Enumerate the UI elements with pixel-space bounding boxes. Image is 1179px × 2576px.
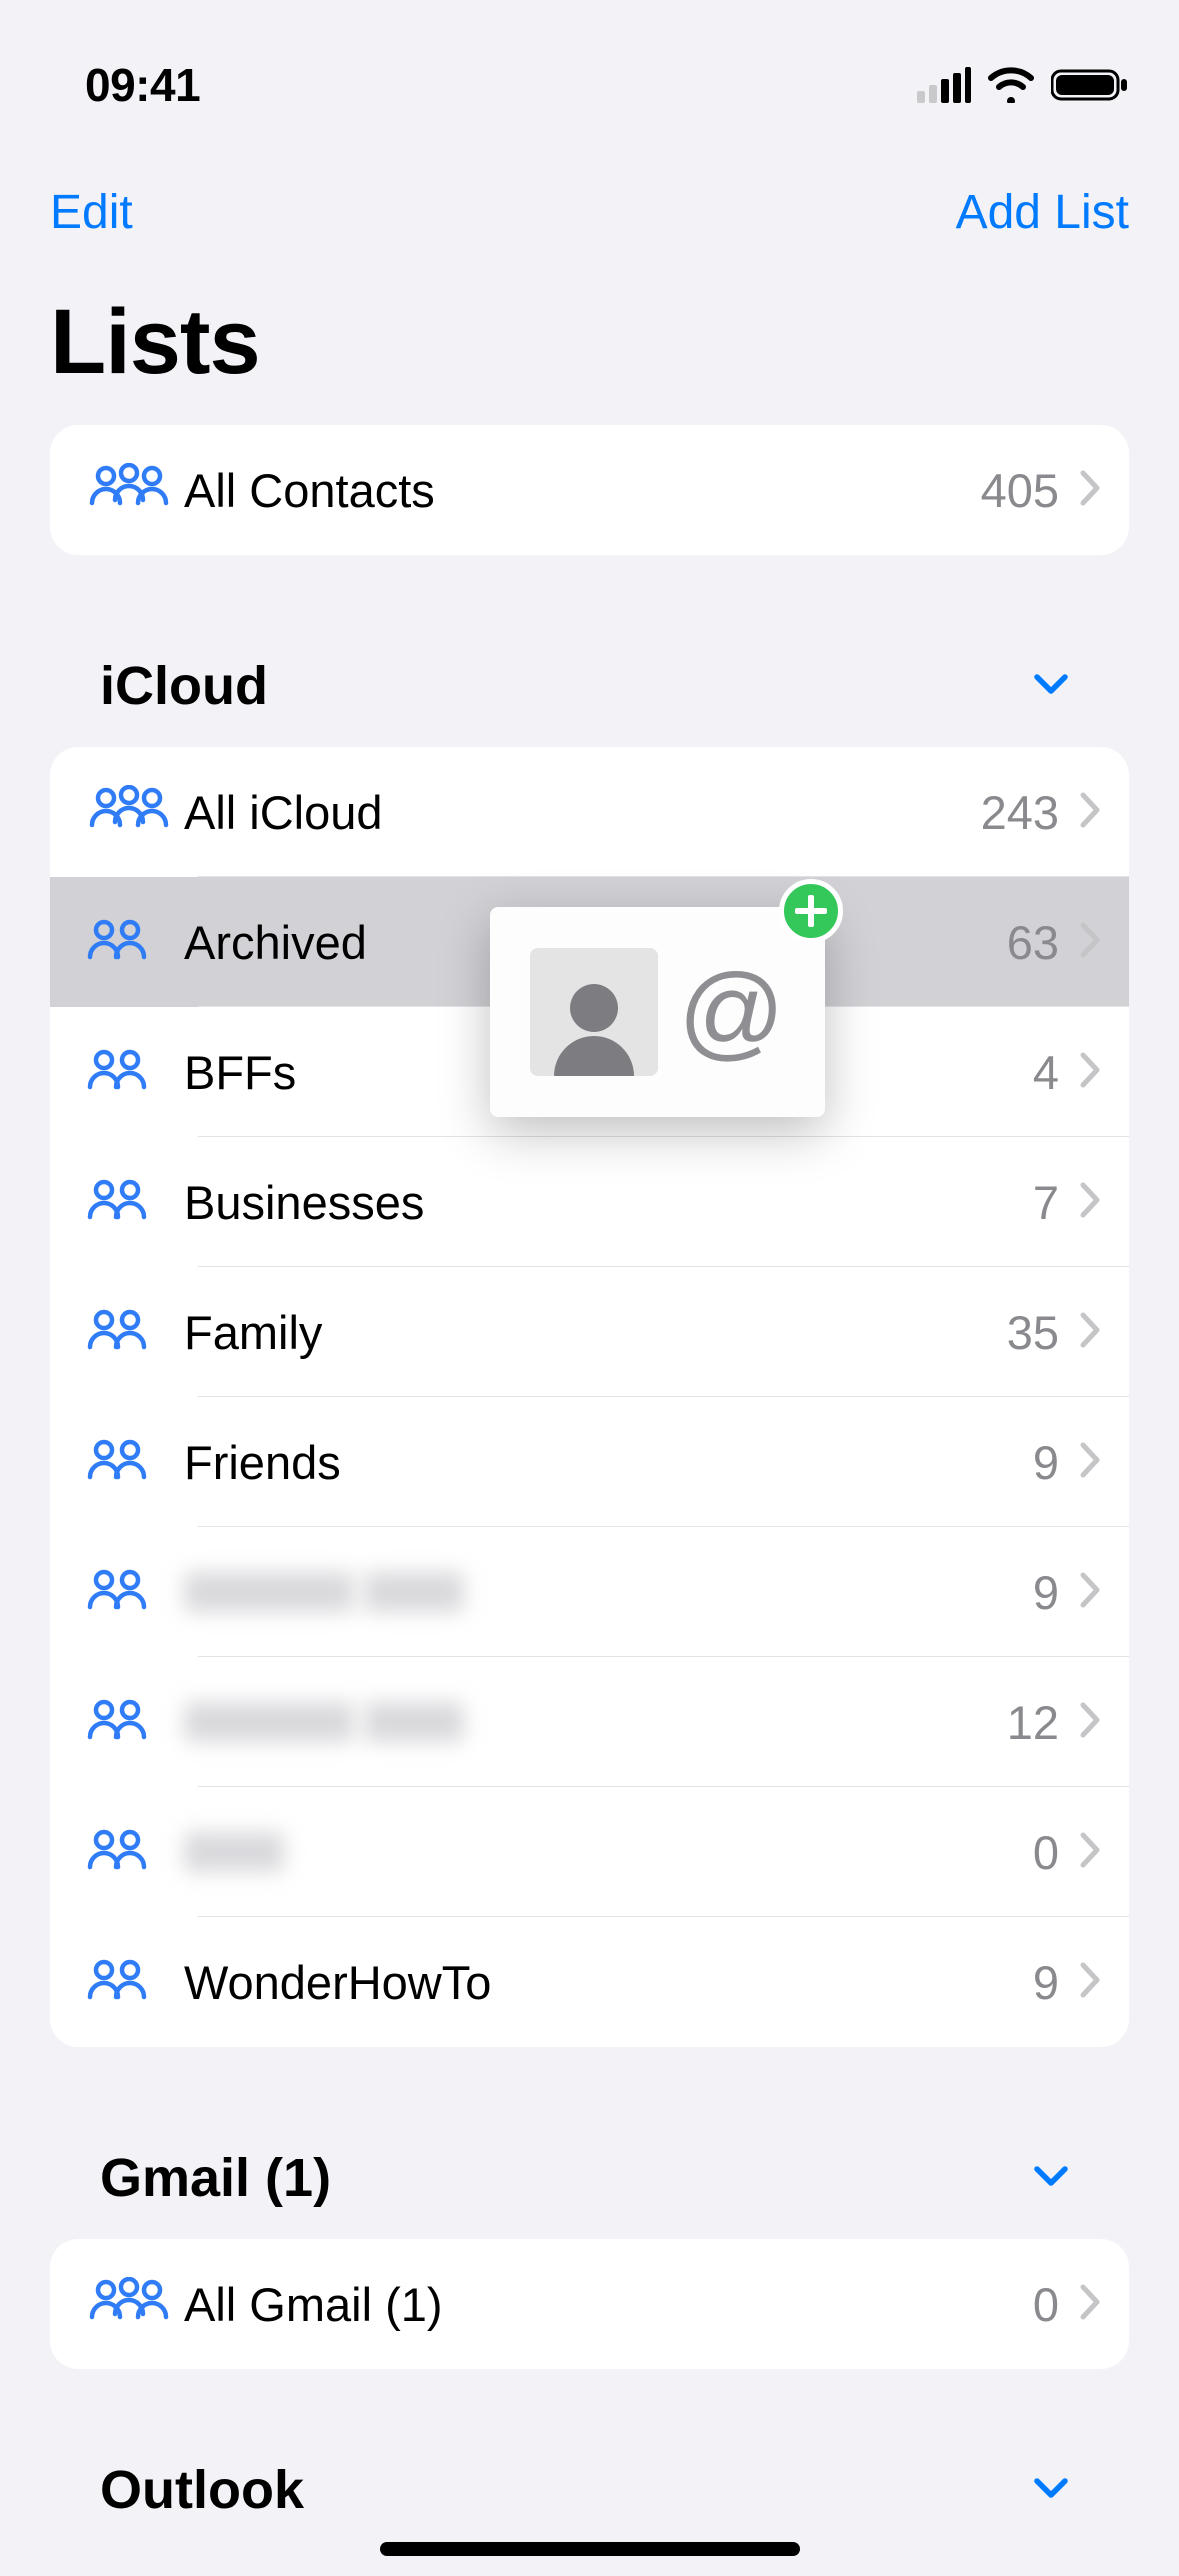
- list-row[interactable]: WonderHowTo9: [50, 1917, 1129, 2047]
- chevron-right-icon: [1079, 1701, 1101, 1744]
- edit-button[interactable]: Edit: [50, 185, 133, 240]
- chevron-right-icon: [1079, 1571, 1101, 1614]
- contacts-group-icon: [84, 2277, 184, 2331]
- section-header-gmail[interactable]: Gmail (1): [50, 2087, 1129, 2227]
- chevron-right-icon: [1079, 921, 1101, 964]
- chevron-right-icon: [1079, 1051, 1101, 1094]
- home-indicator[interactable]: [380, 2542, 800, 2556]
- row-label: All iCloud: [184, 785, 981, 840]
- row-count: 9: [1033, 1435, 1059, 1490]
- row-label: Businesses: [184, 1175, 1033, 1230]
- row-label: All Contacts: [184, 463, 981, 518]
- row-label: All Gmail (1): [184, 2277, 1033, 2332]
- row-count: 0: [1033, 1825, 1059, 1880]
- row-count: 405: [981, 463, 1059, 518]
- chevron-right-icon: [1079, 1441, 1101, 1484]
- chevron-right-icon: [1079, 1961, 1101, 2004]
- row-label: [184, 1702, 1007, 1742]
- contacts-pair-icon: [84, 1567, 184, 1617]
- contacts-pair-icon: [84, 1177, 184, 1227]
- row-count: 63: [1007, 915, 1059, 970]
- battery-icon: [1051, 67, 1129, 103]
- contacts-pair-icon: [84, 1827, 184, 1877]
- contacts-group-icon: [84, 463, 184, 517]
- row-count: 35: [1007, 1305, 1059, 1360]
- section-title: Gmail (1): [100, 2147, 331, 2209]
- section-title: Outlook: [100, 2459, 304, 2521]
- avatar-icon: [530, 948, 658, 1076]
- row-label: [184, 1832, 1033, 1872]
- row-count: 12: [1007, 1695, 1059, 1750]
- row-count: 7: [1033, 1175, 1059, 1230]
- contacts-group-icon: [84, 785, 184, 839]
- section-header-outlook[interactable]: Outlook: [50, 2399, 1129, 2521]
- row-label: Family: [184, 1305, 1007, 1360]
- chevron-down-icon: [1033, 673, 1069, 700]
- row-label: [184, 1572, 1033, 1612]
- chevron-right-icon: [1079, 469, 1101, 512]
- list-row[interactable]: 9: [50, 1527, 1129, 1657]
- chevron-right-icon: [1079, 2283, 1101, 2326]
- contacts-pair-icon: [84, 1307, 184, 1357]
- chevron-right-icon: [1079, 1181, 1101, 1224]
- section-header-icloud[interactable]: iCloud: [50, 595, 1129, 735]
- row-count: 9: [1033, 1565, 1059, 1620]
- row-label: Friends: [184, 1435, 1033, 1490]
- all-contacts-section: All Contacts 405: [50, 425, 1129, 555]
- list-row[interactable]: Friends9: [50, 1397, 1129, 1527]
- chevron-right-icon: [1079, 1311, 1101, 1354]
- list-row[interactable]: All Gmail (1)0: [50, 2239, 1129, 2369]
- row-count: 4: [1033, 1045, 1059, 1100]
- section-title: iCloud: [100, 655, 268, 717]
- page-title: Lists: [0, 250, 1179, 425]
- contacts-pair-icon: [84, 1047, 184, 1097]
- contacts-pair-icon: [84, 1437, 184, 1487]
- chevron-right-icon: [1079, 791, 1101, 834]
- nav-bar: Edit Add List: [0, 150, 1179, 250]
- add-list-button[interactable]: Add List: [956, 185, 1129, 240]
- drag-contact-card[interactable]: @: [490, 907, 825, 1117]
- contacts-pair-icon: [84, 917, 184, 967]
- chevron-down-icon: [1033, 2477, 1069, 2504]
- add-badge-icon: [779, 879, 843, 943]
- cellular-icon: [917, 67, 971, 103]
- chevron-right-icon: [1079, 1831, 1101, 1874]
- row-count: 9: [1033, 1955, 1059, 2010]
- list-row[interactable]: 12: [50, 1657, 1129, 1787]
- status-time: 09:41: [85, 58, 200, 112]
- row-count: 243: [981, 785, 1059, 840]
- status-bar: 09:41: [0, 20, 1179, 150]
- list-row[interactable]: Family35: [50, 1267, 1129, 1397]
- section-gmail: All Gmail (1)0: [50, 2239, 1129, 2369]
- at-icon: @: [678, 952, 785, 1072]
- contacts-pair-icon: [84, 1697, 184, 1747]
- list-row[interactable]: Businesses7: [50, 1137, 1129, 1267]
- row-label: WonderHowTo: [184, 1955, 1033, 2010]
- list-row-all-contacts[interactable]: All Contacts 405: [50, 425, 1129, 555]
- list-row[interactable]: All iCloud243: [50, 747, 1129, 877]
- list-row[interactable]: 0: [50, 1787, 1129, 1917]
- wifi-icon: [987, 67, 1035, 103]
- contacts-pair-icon: [84, 1957, 184, 2007]
- row-count: 0: [1033, 2277, 1059, 2332]
- chevron-down-icon: [1033, 2165, 1069, 2192]
- status-icons: [917, 67, 1129, 103]
